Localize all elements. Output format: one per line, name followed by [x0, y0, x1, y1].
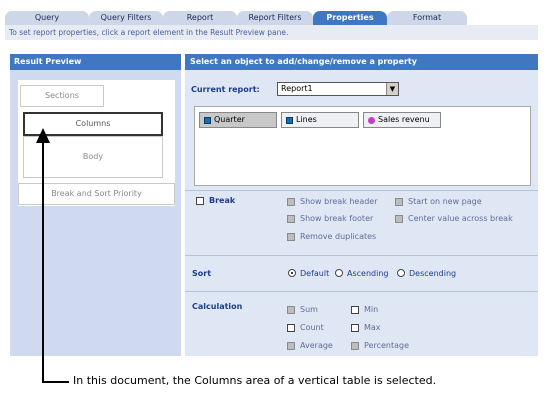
result-preview-panel: Result Preview Sections Columns Body Bre…	[10, 54, 181, 356]
callout-line-vertical	[42, 142, 44, 383]
break-label: Break	[209, 196, 236, 205]
object-label: Sales revenu	[378, 115, 430, 124]
center-value-label: Center value across break	[408, 214, 513, 223]
objects-area: Quarter Lines Sales revenu	[194, 106, 531, 186]
center-value-checkbox[interactable]	[395, 215, 403, 223]
object-lines-button[interactable]: Lines	[281, 112, 359, 128]
remove-duplicates-checkbox[interactable]	[287, 233, 295, 241]
callout-line-horizontal	[42, 381, 69, 383]
percentage-label: Percentage	[364, 341, 410, 350]
sort-default-label: Default	[300, 269, 330, 278]
hint-text: To set report properties, click a report…	[5, 25, 538, 40]
calculation-label: Calculation	[192, 302, 243, 311]
show-break-header-checkbox[interactable]	[287, 198, 295, 206]
properties-title: Select an object to add/change/remove a …	[185, 54, 538, 70]
average-label: Average	[300, 341, 333, 350]
show-break-footer-checkbox[interactable]	[287, 215, 295, 223]
max-label: Max	[364, 323, 381, 332]
show-break-footer-label: Show break footer	[300, 214, 374, 223]
tab-report-filters[interactable]: Report Filters	[237, 11, 313, 25]
tab-bar: Query Query Filters Report Report Filter…	[5, 11, 538, 25]
tab-report[interactable]: Report	[163, 11, 237, 25]
measure-icon	[368, 116, 375, 124]
sort-label: Sort	[192, 269, 212, 278]
sort-default-radio[interactable]	[288, 269, 296, 277]
properties-panel: Select an object to add/change/remove a …	[185, 54, 538, 356]
sort-descending-label: Descending	[409, 269, 457, 278]
current-report-select[interactable]: Report1 ▼	[277, 82, 399, 96]
chevron-down-icon[interactable]: ▼	[386, 83, 398, 95]
show-break-header-label: Show break header	[300, 197, 378, 206]
min-checkbox[interactable]	[351, 306, 359, 314]
sort-ascending-radio[interactable]	[335, 269, 343, 277]
divider	[185, 255, 538, 256]
tab-format[interactable]: Format	[387, 11, 467, 25]
result-preview-title: Result Preview	[10, 54, 181, 70]
sort-descending-radio[interactable]	[397, 269, 405, 277]
sections-area[interactable]: Sections	[20, 85, 104, 107]
tab-properties[interactable]: Properties	[313, 11, 387, 25]
current-report-value: Report1	[281, 84, 313, 93]
tab-query-filters[interactable]: Query Filters	[89, 11, 163, 25]
dimension-icon	[204, 116, 211, 124]
object-quarter-button[interactable]: Quarter	[199, 112, 277, 128]
max-checkbox[interactable]	[351, 324, 359, 332]
start-new-page-checkbox[interactable]	[395, 198, 403, 206]
start-new-page-label: Start on new page	[408, 197, 482, 206]
sort-ascending-label: Ascending	[347, 269, 389, 278]
sum-label: Sum	[300, 305, 318, 314]
count-checkbox[interactable]	[287, 324, 295, 332]
object-sales-revenue-button[interactable]: Sales revenu	[363, 112, 441, 128]
object-label: Quarter	[214, 115, 245, 124]
remove-duplicates-label: Remove duplicates	[300, 232, 377, 241]
object-label: Lines	[296, 115, 317, 124]
current-report-label: Current report:	[191, 85, 260, 94]
percentage-checkbox[interactable]	[351, 342, 359, 350]
count-label: Count	[300, 323, 324, 332]
divider	[185, 291, 538, 292]
tab-query[interactable]: Query	[5, 11, 89, 25]
average-checkbox[interactable]	[287, 342, 295, 350]
sum-checkbox[interactable]	[287, 306, 295, 314]
min-label: Min	[364, 305, 379, 314]
dimension-icon	[286, 116, 293, 124]
caption: In this document, the Columns area of a …	[73, 374, 437, 387]
break-checkbox[interactable]	[196, 197, 204, 205]
divider	[185, 190, 538, 191]
